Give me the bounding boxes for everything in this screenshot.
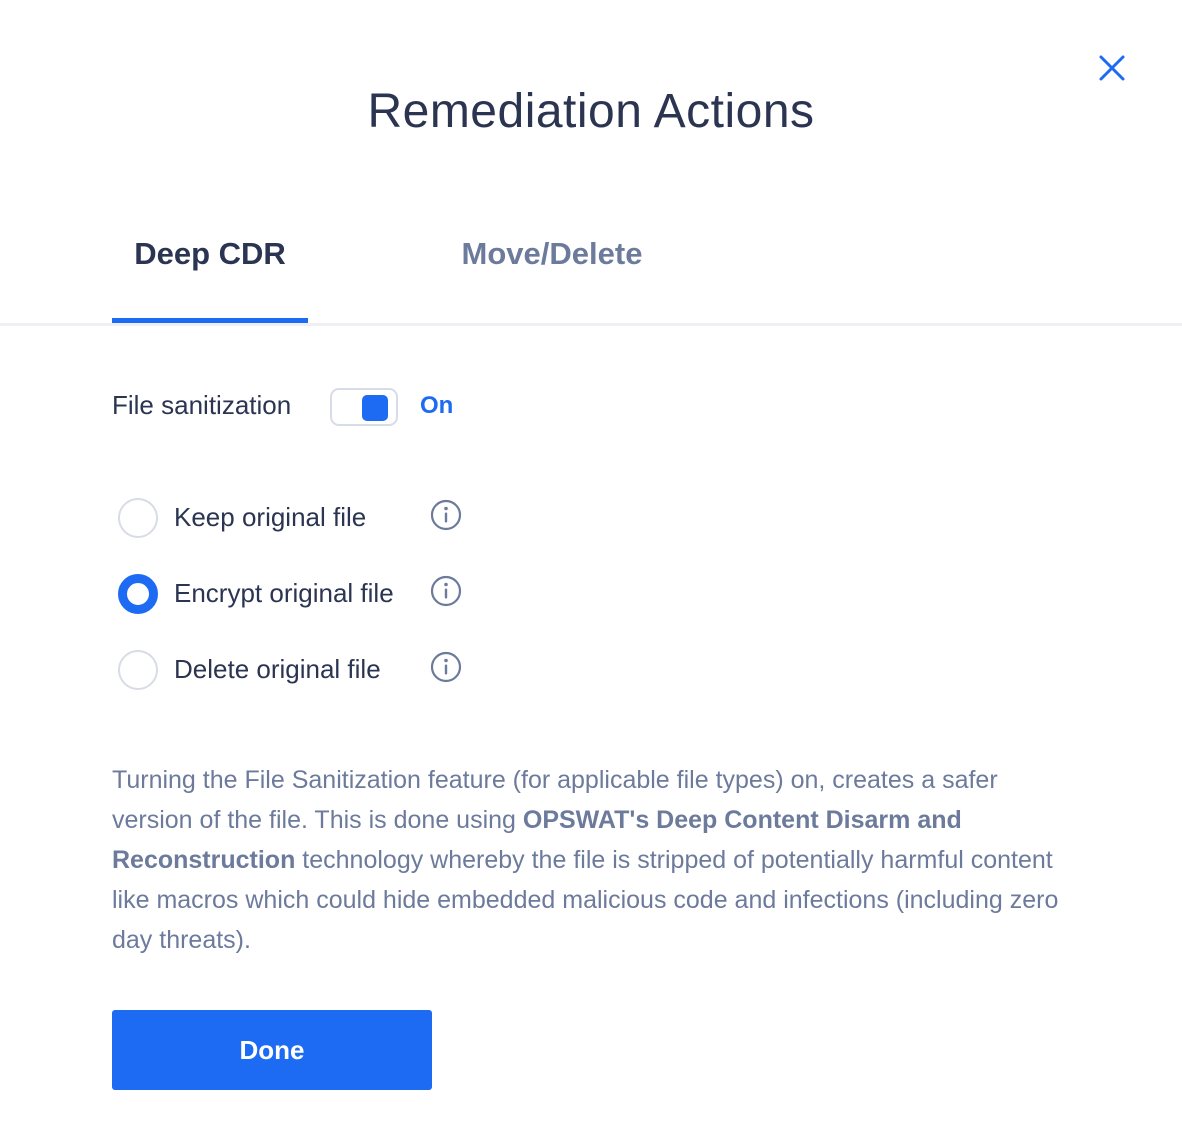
- radio-delete-original[interactable]: [118, 650, 158, 690]
- toggle-knob: [362, 395, 388, 421]
- tab-divider: [0, 323, 1182, 326]
- file-sanitization-toggle[interactable]: [330, 388, 398, 426]
- dialog-title: Remediation Actions: [367, 85, 815, 138]
- option-delete-original[interactable]: Delete original file: [118, 650, 478, 690]
- close-icon: [1099, 55, 1125, 81]
- radio-keep-original[interactable]: [118, 498, 158, 538]
- radio-encrypt-original[interactable]: [118, 574, 158, 614]
- sanitization-description: Turning the File Sanitization feature (f…: [112, 760, 1072, 960]
- option-label: Keep original file: [174, 502, 367, 532]
- option-keep-original[interactable]: Keep original file: [118, 498, 478, 538]
- close-button[interactable]: [1094, 50, 1130, 86]
- file-sanitization-label: File sanitization: [112, 390, 292, 420]
- tab-deep-cdr[interactable]: Deep CDR: [112, 236, 308, 272]
- info-icon[interactable]: [430, 575, 462, 607]
- active-tab-indicator: [112, 318, 308, 323]
- toggle-state-label: On: [420, 392, 454, 419]
- tab-move-delete[interactable]: Move/Delete: [452, 236, 652, 272]
- tab-bar: Deep CDR Move/Delete: [0, 220, 1182, 328]
- done-button[interactable]: Done: [112, 1010, 432, 1090]
- remediation-dialog: Remediation Actions Deep CDR Move/Delete…: [0, 0, 1182, 1136]
- option-label: Delete original file: [174, 654, 381, 684]
- info-icon[interactable]: [430, 499, 462, 531]
- option-label: Encrypt original file: [174, 578, 394, 608]
- option-encrypt-original[interactable]: Encrypt original file: [118, 574, 478, 614]
- info-icon[interactable]: [430, 651, 462, 683]
